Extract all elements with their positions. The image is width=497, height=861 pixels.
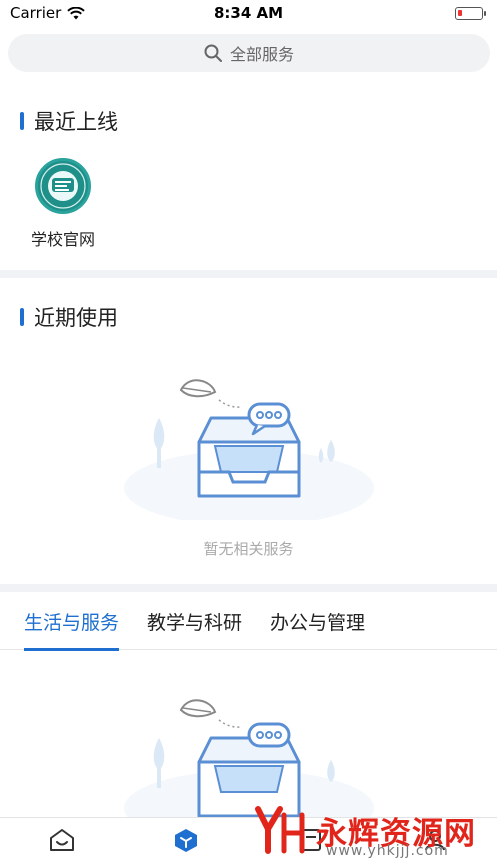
tabbar-apps[interactable] xyxy=(166,820,206,860)
battery-icon xyxy=(455,6,486,20)
search-icon xyxy=(204,44,222,62)
apps-cube-icon xyxy=(175,828,198,852)
section-recent-online: 最近上线 xyxy=(20,106,118,136)
status-bar: Carrier 8:34 AM xyxy=(0,0,497,26)
school-seal-icon xyxy=(35,158,91,214)
app-label: 学校官网 xyxy=(30,230,95,249)
section-divider xyxy=(0,270,497,278)
tab-teaching-research[interactable]: 教学与科研 xyxy=(147,594,242,650)
search-placeholder: 全部服务 xyxy=(229,45,294,64)
section-accent-bar xyxy=(20,308,24,326)
section-title: 最近上线 xyxy=(34,110,118,134)
tab-life-services[interactable]: 生活与服务 xyxy=(24,594,120,651)
watermark: 永辉资源网 www.yhkjjj.com xyxy=(250,800,497,861)
carrier-label: Carrier xyxy=(10,4,62,22)
empty-box-illustration xyxy=(123,379,374,526)
category-tabs: 生活与服务 教学与科研 办公与管理 xyxy=(0,594,497,651)
home-icon xyxy=(50,828,75,851)
section-recent-used: 近期使用 xyxy=(20,302,118,332)
tab-office-management[interactable]: 办公与管理 xyxy=(270,594,365,650)
section-title: 近期使用 xyxy=(34,306,118,330)
watermark-url: www.yhkjjj.com xyxy=(326,843,449,859)
section-divider xyxy=(0,584,497,592)
tabbar-home[interactable] xyxy=(42,820,82,860)
empty-state: 暂无相关服务 xyxy=(0,370,497,559)
section-accent-bar xyxy=(20,112,24,130)
empty-state-text: 暂无相关服务 xyxy=(203,540,294,558)
watermark-logo-icon xyxy=(255,805,305,854)
wifi-icon xyxy=(67,6,86,19)
search-bar[interactable]: 全部服务 xyxy=(8,34,490,72)
app-school-website[interactable]: 学校官网 xyxy=(26,158,100,250)
